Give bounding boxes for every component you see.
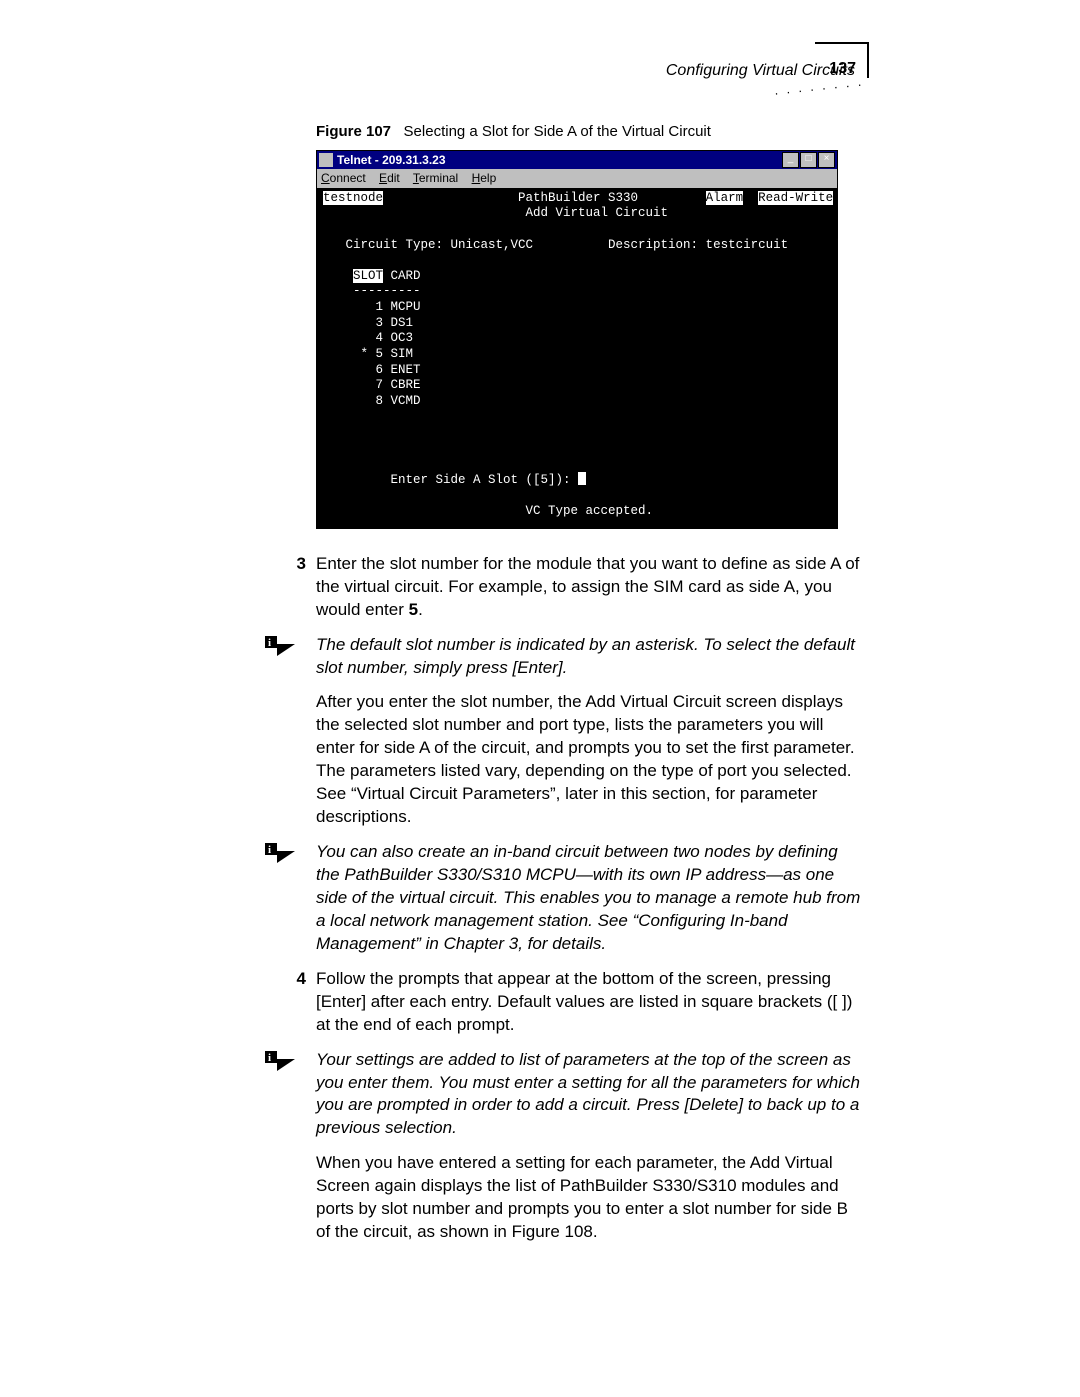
svg-text:i: i (268, 637, 271, 649)
note-1: i The default slot number is indicated b… (316, 634, 863, 680)
step-number: 3 (278, 553, 306, 622)
step-4: 4 Follow the prompts that appear at the … (316, 968, 863, 1037)
app-icon (319, 153, 333, 167)
paragraph-after-step3: After you enter the slot number, the Add… (316, 691, 863, 829)
note-3: i Your settings are added to list of par… (316, 1049, 863, 1141)
close-button[interactable]: × (818, 152, 835, 168)
maximize-button[interactable]: □ (800, 152, 817, 168)
figure-caption: Figure 107 Selecting a Slot for Side A o… (316, 122, 863, 142)
svg-text:i: i (268, 844, 271, 856)
window-title: Telnet - 209.31.3.23 (337, 152, 781, 168)
info-icon: i (263, 634, 297, 662)
menu-connect[interactable]: Connect (321, 171, 366, 185)
step-4-text: Follow the prompts that appear at the bo… (316, 968, 863, 1037)
menu-help[interactable]: Help (472, 171, 497, 185)
info-icon: i (263, 841, 297, 869)
info-icon: i (263, 1049, 297, 1077)
telnet-window: Telnet - 209.31.3.23 _ □ × Connect Edit … (316, 150, 838, 529)
terminal-output[interactable]: testnode PathBuilder S330 Alarm Read-Wri… (317, 188, 837, 528)
window-titlebar: Telnet - 209.31.3.23 _ □ × (317, 151, 837, 169)
menu-edit[interactable]: Edit (379, 171, 400, 185)
figure-caption-text: Selecting a Slot for Side A of the Virtu… (404, 123, 711, 140)
step-3-bold: 5 (409, 600, 418, 619)
step-number: 4 (278, 968, 306, 1037)
step-3-text-a: Enter the slot number for the module tha… (316, 554, 859, 619)
figure-label: Figure 107 (316, 123, 391, 140)
minimize-button[interactable]: _ (782, 152, 799, 168)
note-1-text: The default slot number is indicated by … (316, 634, 863, 680)
note-2-text: You can also create an in-band circuit b… (316, 841, 863, 956)
menu-bar: Connect Edit Terminal Help (317, 169, 837, 187)
step-3-text-b: . (418, 600, 423, 619)
running-head: Configuring Virtual Circuits (165, 60, 855, 82)
svg-text:i: i (268, 1052, 271, 1064)
menu-terminal[interactable]: Terminal (413, 171, 458, 185)
note-3-text: Your settings are added to list of param… (316, 1049, 863, 1141)
paragraph-after-step4: When you have entered a setting for each… (316, 1152, 863, 1244)
step-3: 3 Enter the slot number for the module t… (316, 553, 863, 622)
note-2: i You can also create an in-band circuit… (316, 841, 863, 956)
